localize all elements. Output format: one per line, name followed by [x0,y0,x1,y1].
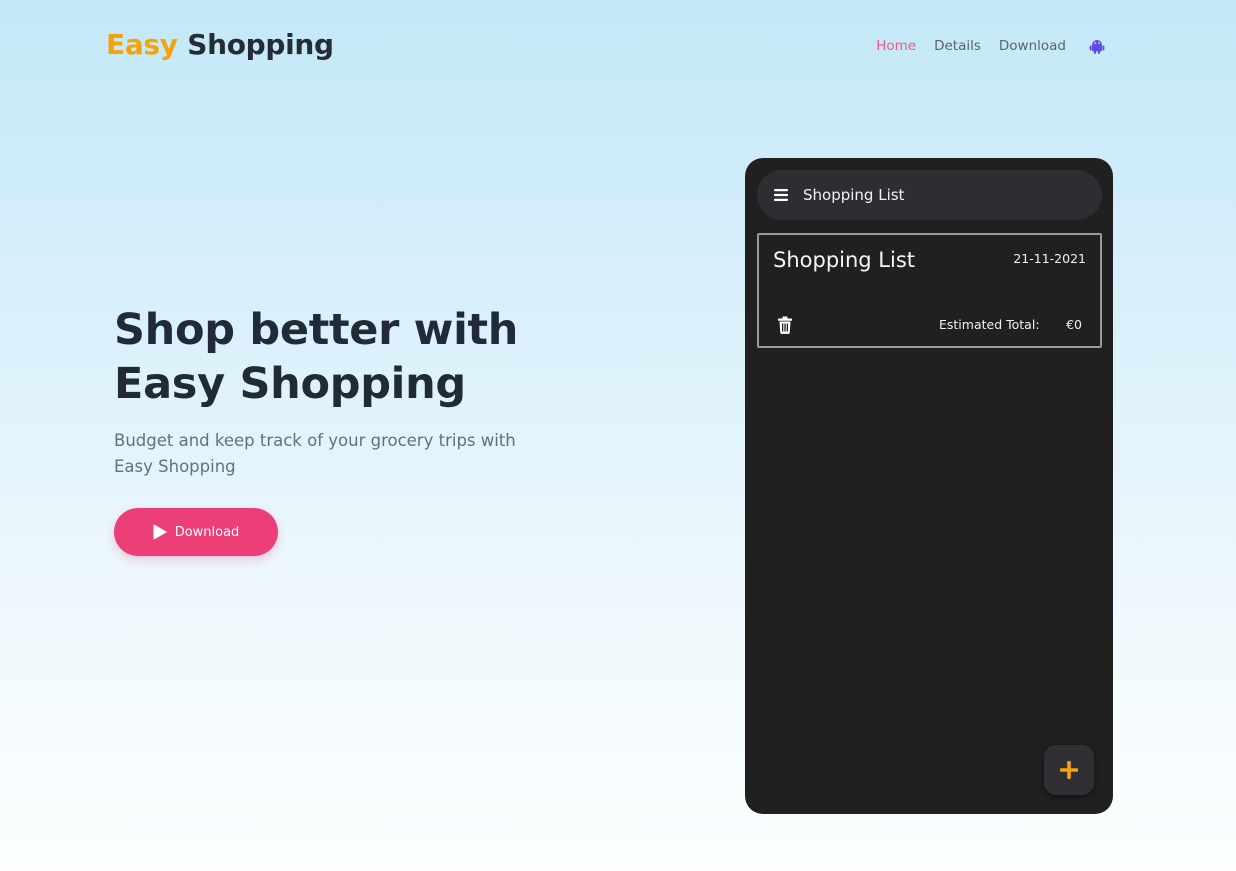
add-list-button[interactable] [1044,745,1094,795]
phone-mockup: Shopping List Shopping List 21-11-2021 E… [745,158,1113,814]
download-button[interactable]: Download [114,508,278,556]
menu-icon[interactable] [773,188,789,202]
estimated-total-value: €0 [1066,317,1082,332]
download-button-label: Download [174,524,240,540]
hero-title: Shop better with Easy Shopping [114,303,594,411]
estimated-total-label: Estimated Total: [939,317,1040,332]
brand-logo[interactable]: Easy Shopping [106,28,334,61]
android-icon[interactable] [1088,37,1106,55]
nav-details-link[interactable]: Details [934,38,981,54]
nav-home-link[interactable]: Home [876,38,916,54]
hero-title-line2: Easy Shopping [114,359,466,409]
plus-icon [1059,760,1079,780]
top-nav: Home Details Download [876,37,1106,55]
brand-shopping: Shopping [187,28,334,61]
play-icon [153,524,167,540]
hero-subtitle: Budget and keep track of your grocery tr… [114,431,516,476]
list-title: Shopping List [773,248,916,272]
shopping-list-card[interactable]: Shopping List 21-11-2021 Estimated Total… [757,233,1102,348]
hero-title-line1: Shop better with [114,305,519,355]
nav-download-link[interactable]: Download [999,38,1066,54]
trash-icon[interactable] [777,316,793,334]
app-bar: Shopping List [757,170,1102,220]
brand-easy: Easy [106,28,178,61]
app-bar-title: Shopping List [803,186,905,204]
list-date: 21-11-2021 [1013,251,1086,266]
